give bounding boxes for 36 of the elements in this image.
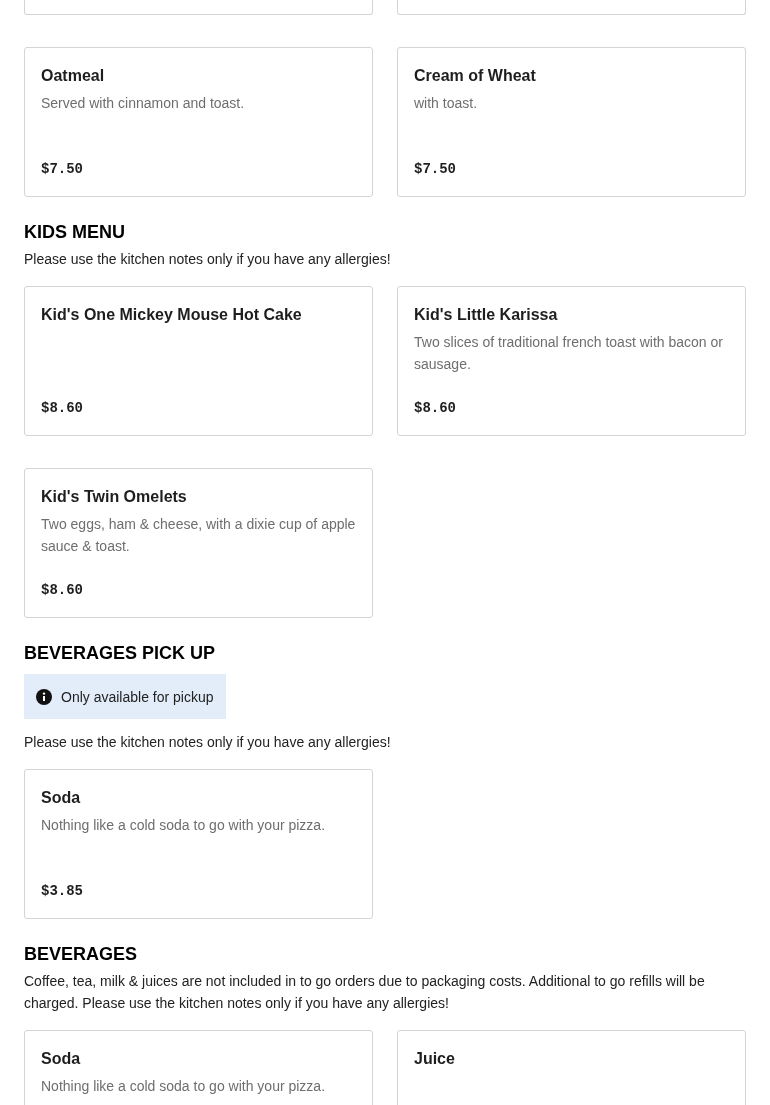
section-heading: BEVERAGES PICK UP [24, 642, 217, 664]
section-heading: BEVERAGES [24, 943, 139, 965]
section-note: Please use the kitchen notes only if you have any allergies! [24, 250, 392, 269]
item-name: Soda [41, 788, 82, 808]
item-price: $3.85 [41, 882, 84, 901]
section-note: Coffee, tea, milk & juices are not included in to go orders due to packaging costs. Additional to go refills will be charged. Please use the kitchen notes only if you have any allergies! [24, 972, 706, 1013]
item-description: Nothing like a cold soda to go with your pizza. [41, 816, 327, 835]
item-name: Oatmeal [41, 66, 106, 86]
notice-text: Only available for pickup [61, 688, 214, 705]
item-name: Kid's Twin Omelets [41, 487, 188, 507]
item-price: $8.60 [41, 399, 84, 418]
item-name: Juice [414, 1049, 456, 1069]
item-description: Served with cinnamon and toast. [41, 94, 246, 113]
item-description: Two slices of traditional french toast with bacon or sausage. [414, 333, 724, 374]
menu-item-card[interactable]: Oatmeal Served with cinnamon and toast. $7.50 [24, 47, 373, 197]
menu-item-card[interactable]: Soda Nothing like a cold soda to go with your pizza. $3.85 [24, 769, 373, 919]
section-heading: KIDS MENU [24, 221, 126, 243]
item-description: Nothing like a cold soda to go with your pizza. [41, 1077, 327, 1096]
item-name: Soda [41, 1049, 82, 1069]
item-description: Two eggs, ham & cheese, with a dixie cup of apple sauce & toast. [41, 515, 356, 556]
menu-item-card[interactable]: Juice [397, 1030, 746, 1105]
menu-item-card[interactable]: Cream of Wheat with toast. $7.50 [397, 47, 746, 197]
section-note: Please use the kitchen notes only if you have any allergies! [24, 733, 392, 752]
item-description: with toast. [414, 94, 479, 113]
menu-item-card[interactable]: Kid's Twin Omelets Two eggs, ham & cheese, with a dixie cup of apple sauce & toast. $8.60 [24, 468, 373, 618]
item-name: Kid's Little Karissa [414, 305, 559, 325]
item-price: $7.50 [41, 160, 84, 179]
item-name: Kid's One Mickey Mouse Hot Cake [41, 305, 303, 325]
info-icon [36, 688, 52, 705]
menu-item-card[interactable]: Soda Nothing like a cold soda to go with your pizza. [24, 1030, 373, 1105]
item-name: Cream of Wheat [414, 66, 537, 86]
item-price: $8.60 [41, 581, 84, 600]
menu-item-card[interactable]: Kid's One Mickey Mouse Hot Cake $8.60 [24, 286, 373, 436]
item-price: $8.60 [414, 399, 457, 418]
item-price: $7.50 [414, 160, 457, 179]
menu-item-card[interactable]: Kid's Little Karissa Two slices of traditional french toast with bacon or sausage. $8.60 [397, 286, 746, 436]
